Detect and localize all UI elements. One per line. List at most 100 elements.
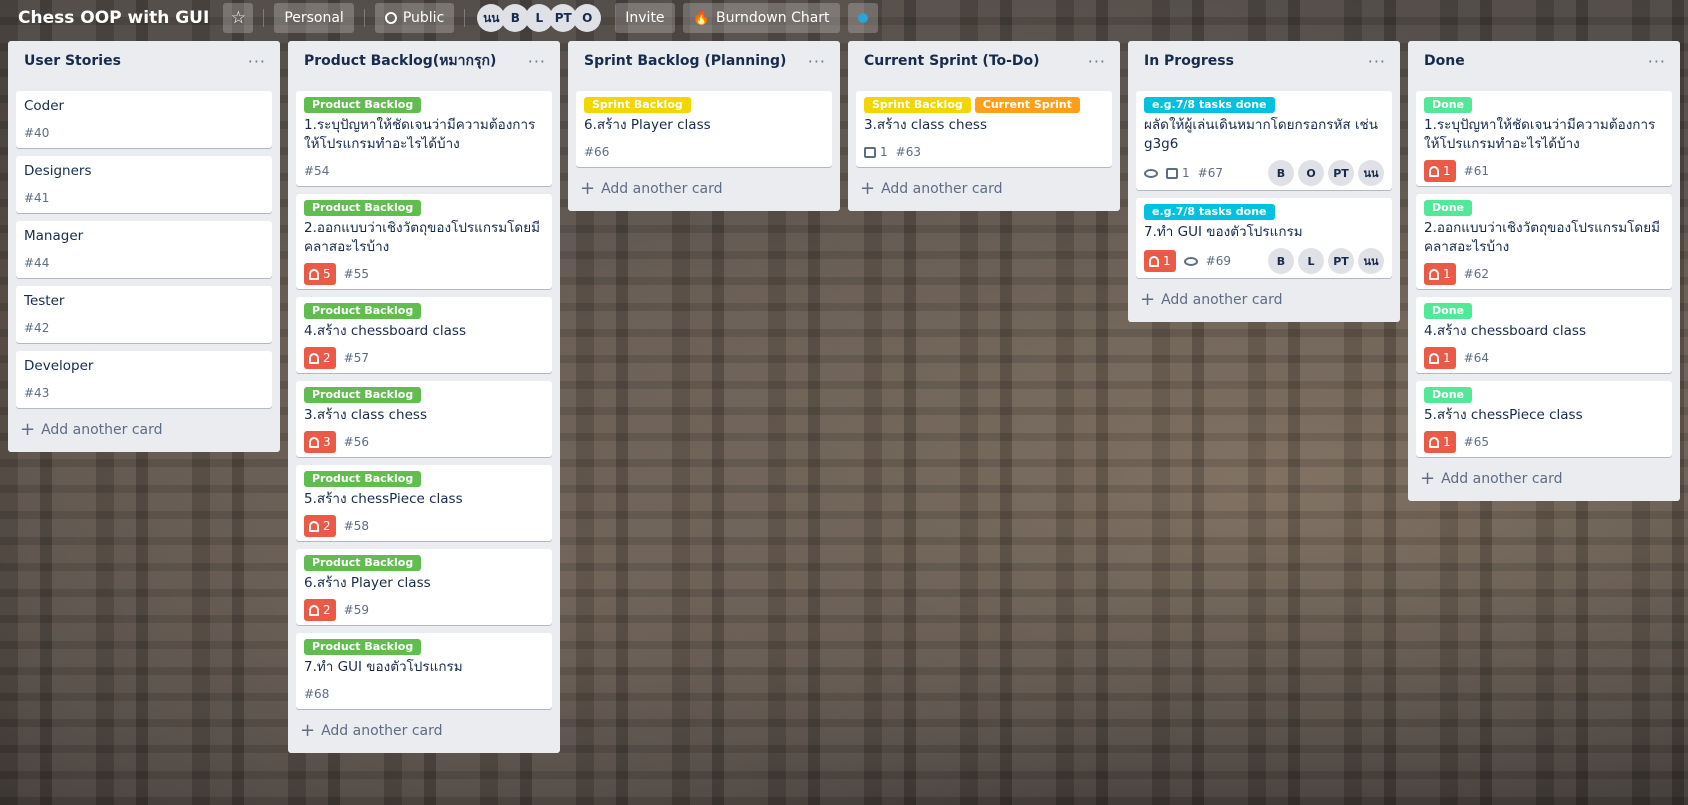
card-members: B O PT นน — [1268, 160, 1384, 186]
card[interactable]: Coder #40 — [16, 91, 272, 148]
visibility-button[interactable]: Public — [374, 3, 455, 33]
add-card-label: Add another card — [601, 181, 723, 197]
bell-icon — [1429, 268, 1439, 280]
add-card-button[interactable]: + Add another card — [16, 416, 272, 444]
list-header: Current Sprint (To-Do) ··· — [856, 41, 1112, 81]
list-title[interactable]: Sprint Backlog (Planning) — [584, 53, 786, 69]
card[interactable]: Product Backlog 5.สร้าง chessPiece class… — [296, 465, 552, 541]
description-badge: 1 — [1166, 166, 1190, 180]
due-badge[interactable]: 2 — [304, 347, 336, 369]
card-label: Product Backlog — [304, 471, 422, 487]
eye-icon — [1183, 256, 1198, 266]
bell-icon — [309, 352, 319, 364]
card[interactable]: Product Backlog 2.ออกแบบว่าเชิงวัตถุของโ… — [296, 194, 552, 289]
bell-icon — [309, 436, 319, 448]
card-label: Sprint Backlog — [864, 97, 971, 113]
bell-icon — [1429, 165, 1439, 177]
due-badge[interactable]: 1 — [1424, 263, 1456, 285]
watch-badge — [1183, 256, 1198, 266]
card-number: #63 — [895, 145, 921, 159]
card[interactable]: Sprint Backlog 6.สร้าง Player class #66 — [576, 91, 832, 167]
card-label: e.g.7/8 tasks done — [1144, 97, 1275, 113]
card[interactable]: Done 5.สร้าง chessPiece class 1 #65 — [1416, 381, 1672, 457]
board-header: Chess OOP with GUI ☆ Personal Public นน … — [0, 0, 1688, 36]
card[interactable]: Product Backlog 3.สร้าง class chess 3 #5… — [296, 381, 552, 457]
more-icon[interactable]: ··· — [1088, 52, 1106, 71]
board-title[interactable]: Chess OOP with GUI — [12, 3, 215, 33]
add-card-label: Add another card — [1161, 292, 1283, 308]
card-members: B L PT นน — [1268, 248, 1384, 274]
card[interactable]: Product Backlog 7.ทำ GUI ของตัวโปรแกรม #… — [296, 633, 552, 709]
card[interactable]: Done 2.ออกแบบว่าเชิงวัตถุของโปรแกรมโดยมี… — [1416, 194, 1672, 289]
add-card-button[interactable]: + Add another card — [856, 175, 1112, 203]
bell-icon — [1429, 352, 1439, 364]
list-header: Sprint Backlog (Planning) ··· — [576, 41, 832, 81]
due-badge[interactable]: 1 — [1424, 431, 1456, 453]
due-badge[interactable]: 5 — [304, 263, 336, 285]
card[interactable]: Manager #44 — [16, 221, 272, 278]
star-button[interactable]: ☆ — [223, 3, 254, 33]
due-badge[interactable]: 1 — [1424, 347, 1456, 369]
card-number: #58 — [343, 519, 369, 533]
list-done: Done ··· Done 1.ระบุปัญหาให้ชัดเจนว่ามีค… — [1408, 41, 1680, 501]
globe-icon — [384, 12, 397, 24]
add-card-button[interactable]: + Add another card — [1416, 465, 1672, 493]
card[interactable]: Sprint Backlog Current Sprint 3.สร้าง cl… — [856, 91, 1112, 167]
personal-button[interactable]: Personal — [274, 3, 354, 33]
more-icon[interactable]: ··· — [528, 52, 546, 71]
bell-icon — [309, 604, 319, 616]
list-title[interactable]: User Stories — [24, 53, 121, 69]
divider — [464, 9, 466, 27]
card-number: #42 — [24, 321, 50, 335]
more-icon[interactable]: ··· — [1368, 52, 1386, 71]
card[interactable]: e.g.7/8 tasks done 7.ทำ GUI ของตัวโปรแกร… — [1136, 198, 1392, 278]
card-title: Developer — [24, 358, 94, 374]
add-card-button[interactable]: + Add another card — [296, 717, 552, 745]
list-title[interactable]: Current Sprint (To-Do) — [864, 53, 1040, 69]
avatar[interactable]: O — [573, 4, 602, 32]
list-title[interactable]: Done — [1424, 53, 1465, 69]
list-title[interactable]: Product Backlog(หมากรุก) — [304, 50, 496, 72]
card-number: #59 — [343, 603, 369, 617]
due-badge[interactable]: 2 — [304, 515, 336, 537]
card[interactable]: Done 1.ระบุปัญหาให้ชัดเจนว่ามีความต้องกา… — [1416, 91, 1672, 186]
board-members: นน B L PT O — [475, 4, 602, 32]
description-count: 1 — [880, 145, 888, 159]
burndown-chart-button[interactable]: 🔥 Burndown Chart — [682, 3, 840, 33]
card[interactable]: Product Backlog 4.สร้าง chessboard class… — [296, 297, 552, 373]
card[interactable]: Developer #43 — [16, 351, 272, 408]
card[interactable]: e.g.7/8 tasks done ผลัดให้ผู้เล่นเดินหมา… — [1136, 91, 1392, 190]
due-badge[interactable]: 1 — [1424, 160, 1456, 182]
avatar[interactable]: B — [1268, 160, 1294, 186]
card[interactable]: Designers #41 — [16, 156, 272, 213]
card[interactable]: Product Backlog 6.สร้าง Player class 2 #… — [296, 549, 552, 625]
card[interactable]: Tester #42 — [16, 286, 272, 343]
avatar[interactable]: PT — [1328, 160, 1354, 186]
card-title: 7.ทำ GUI ของตัวโปรแกรม — [1144, 224, 1303, 240]
due-count: 2 — [323, 519, 331, 533]
add-card-button[interactable]: + Add another card — [1136, 286, 1392, 314]
plus-icon: + — [580, 178, 596, 199]
due-badge[interactable]: 3 — [304, 431, 336, 453]
more-icon[interactable]: ··· — [1648, 52, 1666, 71]
invite-button[interactable]: Invite — [615, 3, 675, 33]
star-icon: ☆ — [230, 8, 246, 28]
plus-icon: + — [20, 419, 36, 440]
list-in-progress: In Progress ··· e.g.7/8 tasks done ผลัดใ… — [1128, 41, 1400, 322]
avatar[interactable]: นน — [1358, 160, 1384, 186]
add-card-button[interactable]: + Add another card — [576, 175, 832, 203]
due-badge[interactable]: 1 — [1144, 250, 1176, 272]
more-icon[interactable]: ··· — [248, 52, 266, 71]
card[interactable]: Product Backlog 1.ระบุปัญหาให้ชัดเจนว่าม… — [296, 91, 552, 186]
avatar[interactable]: O — [1298, 160, 1324, 186]
avatar[interactable]: PT — [1328, 248, 1354, 274]
more-icon[interactable]: ··· — [808, 52, 826, 71]
add-card-label: Add another card — [321, 723, 443, 739]
power-up-button[interactable] — [847, 3, 878, 33]
list-title[interactable]: In Progress — [1144, 53, 1234, 69]
avatar[interactable]: B — [1268, 248, 1294, 274]
avatar[interactable]: L — [1298, 248, 1324, 274]
due-badge[interactable]: 2 — [304, 599, 336, 621]
avatar[interactable]: นน — [1358, 248, 1384, 274]
card[interactable]: Done 4.สร้าง chessboard class 1 #64 — [1416, 297, 1672, 373]
